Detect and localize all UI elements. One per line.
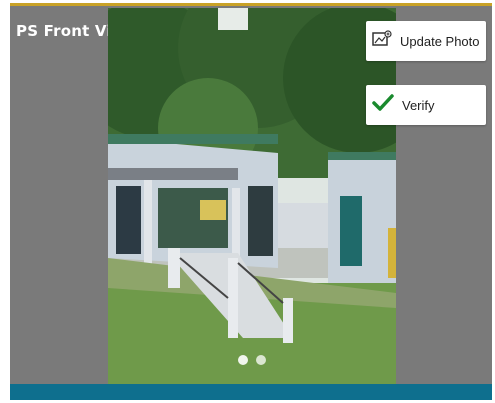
update-photo-button[interactable]: Update Photo bbox=[366, 21, 486, 61]
verify-label: Verify bbox=[402, 97, 435, 113]
checkmark-icon bbox=[372, 93, 394, 117]
update-photo-label: Update Photo bbox=[400, 33, 480, 49]
carousel-indicator bbox=[238, 355, 266, 365]
carousel-dot-1[interactable] bbox=[238, 355, 248, 365]
school-front-photo[interactable] bbox=[108, 8, 396, 386]
photo-viewer: PS Front View Update Photo Verify bbox=[10, 3, 492, 400]
carousel-dot-2[interactable] bbox=[256, 355, 266, 365]
verify-button[interactable]: Verify bbox=[366, 85, 486, 125]
bottom-bar bbox=[10, 384, 492, 400]
image-icon bbox=[372, 30, 392, 52]
